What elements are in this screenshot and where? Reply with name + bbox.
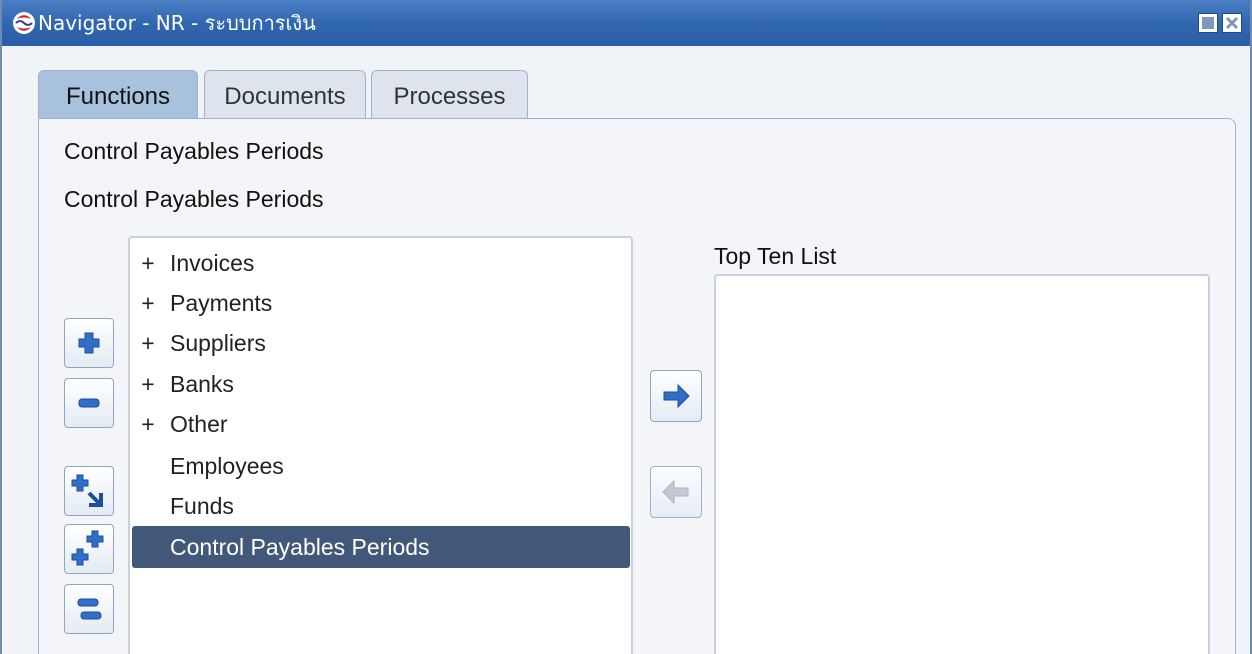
plus-icon bbox=[78, 332, 100, 354]
tree-item-label: Control Payables Periods bbox=[170, 534, 430, 560]
tab-documents[interactable]: Documents bbox=[204, 70, 366, 118]
tree-item-label: Other bbox=[170, 411, 228, 437]
tree-item-label: Employees bbox=[170, 453, 284, 479]
expand-button[interactable] bbox=[64, 318, 114, 368]
tree-item-label: Payments bbox=[170, 290, 273, 316]
tab-functions[interactable]: Functions bbox=[38, 70, 198, 120]
window-title: Navigator - NR - ระบบการเงิน bbox=[38, 11, 316, 35]
tree-item-label: Suppliers bbox=[170, 330, 266, 356]
close-icon bbox=[1225, 16, 1239, 30]
navigator-window: Navigator - NR - ระบบการเงิน Functions D… bbox=[0, 0, 1252, 654]
tab-processes[interactable]: Processes bbox=[371, 70, 528, 118]
tree-item-invoices[interactable]: + Invoices bbox=[132, 244, 630, 282]
expand-all-icon bbox=[71, 530, 104, 566]
function-description: Control Payables Periods bbox=[64, 138, 324, 164]
title-bar: Navigator - NR - ระบบการเงิน bbox=[2, 0, 1250, 46]
tree-expander[interactable]: + bbox=[140, 405, 156, 443]
top-ten-list[interactable] bbox=[714, 274, 1210, 654]
expand-branch-icon bbox=[71, 474, 103, 507]
tree-item-label: Banks bbox=[170, 371, 234, 397]
tree-item-employees[interactable]: Employees bbox=[132, 447, 630, 485]
minimize-button[interactable] bbox=[1198, 13, 1218, 33]
close-button[interactable] bbox=[1222, 13, 1242, 33]
arrow-right-icon bbox=[663, 383, 690, 409]
tree-expander[interactable]: + bbox=[140, 365, 156, 403]
add-to-top-ten-button[interactable] bbox=[650, 370, 702, 422]
tree-expander[interactable]: + bbox=[140, 324, 156, 362]
tree-item-suppliers[interactable]: + Suppliers bbox=[132, 324, 630, 362]
tree-item-label: Funds bbox=[170, 493, 234, 519]
collapse-button[interactable] bbox=[64, 378, 114, 428]
remove-from-top-ten-button[interactable] bbox=[650, 466, 702, 518]
tree-expander[interactable]: + bbox=[140, 284, 156, 322]
tree-item-other[interactable]: + Other bbox=[132, 405, 630, 443]
tree-expander[interactable]: + bbox=[140, 244, 156, 282]
tree-item-funds[interactable]: Funds bbox=[132, 487, 630, 525]
top-ten-label: Top Ten List bbox=[714, 243, 837, 269]
expand-all-button[interactable] bbox=[64, 524, 114, 574]
function-tree[interactable]: + Invoices + Payments + Suppliers + Bank… bbox=[128, 236, 633, 654]
tree-item-payments[interactable]: + Payments bbox=[132, 284, 630, 322]
tree-item-label: Invoices bbox=[170, 250, 255, 276]
collapse-all-icon bbox=[77, 598, 102, 620]
arrow-left-icon bbox=[662, 479, 689, 505]
function-description-secondary: Control Payables Periods bbox=[64, 186, 324, 212]
oracle-logo-icon bbox=[13, 12, 35, 34]
expand-branch-button[interactable] bbox=[64, 466, 114, 516]
tree-item-control-payables-periods[interactable]: Control Payables Periods bbox=[132, 526, 630, 568]
minus-icon bbox=[78, 398, 100, 408]
tree-item-banks[interactable]: + Banks bbox=[132, 365, 630, 403]
collapse-all-button[interactable] bbox=[64, 584, 114, 634]
